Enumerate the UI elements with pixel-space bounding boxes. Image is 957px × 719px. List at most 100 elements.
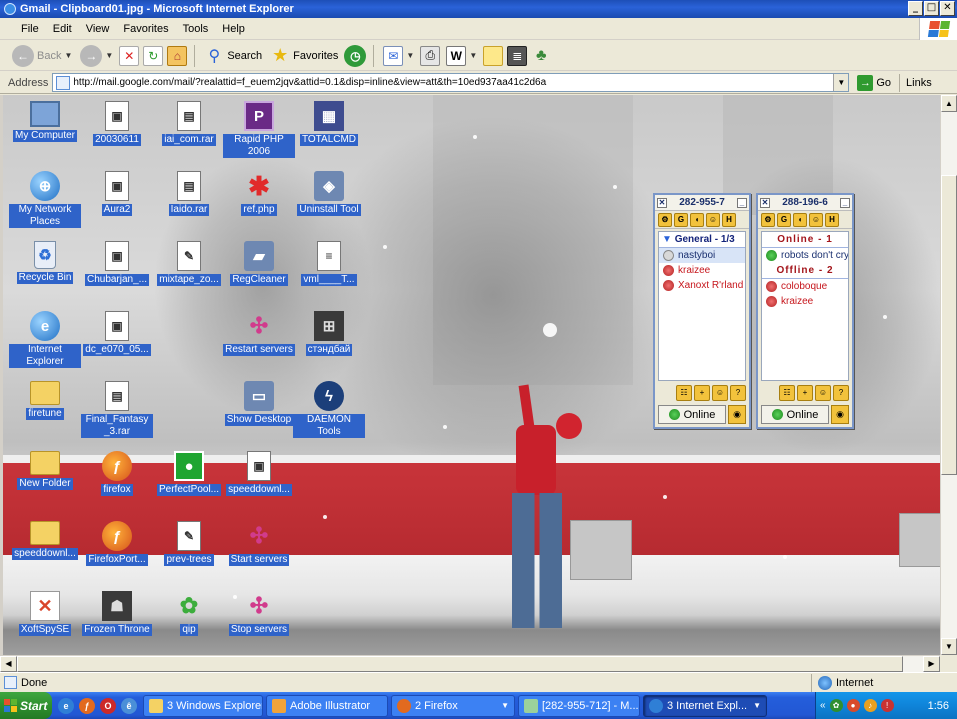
favorites-button[interactable]: ★ Favorites	[268, 43, 340, 69]
help-icon[interactable]: H	[825, 213, 839, 227]
back-dropdown-icon[interactable]: ▼	[64, 51, 72, 60]
scroll-right-icon[interactable]: ▶	[923, 656, 940, 672]
desktop-icon[interactable]: ✣ Start servers	[223, 521, 295, 566]
ie-alt-icon[interactable]: ê	[121, 697, 137, 714]
desktop-icon[interactable]: ⊕ My Network Places	[9, 171, 81, 228]
desktop-icon[interactable]: ▣ Aura2	[81, 171, 153, 216]
add-contact-icon[interactable]: +	[694, 385, 710, 401]
minimize-button[interactable]: _	[908, 1, 923, 16]
taskbar-item-illustrator[interactable]: Adobe Illustrator	[266, 694, 388, 717]
desktop-icon[interactable]: P Rapid PHP 2006	[223, 101, 295, 158]
desktop-icon[interactable]: ▦ TOTALCMD	[293, 101, 365, 146]
forward-dropdown-icon[interactable]: ▼	[105, 51, 113, 60]
desktop-icon[interactable]: ƒ firefox	[81, 451, 153, 496]
menu-tools[interactable]: Tools	[176, 23, 216, 35]
info-icon[interactable]: ?	[730, 385, 746, 401]
print-icon[interactable]: ⎙	[420, 45, 441, 66]
vertical-scroll-thumb[interactable]	[941, 175, 957, 475]
desktop-icon[interactable]: ✿ qip	[153, 591, 225, 636]
menu-file[interactable]: File	[14, 23, 46, 35]
opera-icon[interactable]: O	[100, 697, 116, 714]
address-dropdown-icon[interactable]: ▼	[833, 74, 849, 91]
back-button[interactable]: ← Back ▼	[10, 43, 74, 69]
gear-icon[interactable]: ⚙	[761, 213, 775, 227]
desktop-icon[interactable]: ▣ Chubarjan_...	[81, 241, 153, 286]
desktop-icon[interactable]: ▤ Final_Fantasy_3.rar	[81, 381, 153, 438]
stop-icon[interactable]: ✕	[119, 45, 140, 66]
contacts-icon[interactable]: ☺	[712, 385, 728, 401]
desktop-icon[interactable]: New Folder	[9, 451, 81, 490]
desktop-icon[interactable]: ϟ DAEMON Tools	[293, 381, 365, 438]
sound-icon[interactable]: ◖	[793, 213, 807, 227]
contact-item[interactable]: kraizee	[659, 263, 745, 278]
minimize-icon[interactable]: _	[737, 197, 747, 208]
desktop-icon[interactable]: ✱ ref.php	[223, 171, 295, 216]
edit-dropdown-icon[interactable]: ▼	[469, 51, 477, 60]
archive-toolbar-icon[interactable]: ≣	[507, 45, 528, 66]
links-button[interactable]: Links	[899, 73, 938, 92]
close-icon[interactable]: ✕	[657, 197, 667, 208]
mail-dropdown-icon[interactable]: ▼	[406, 51, 414, 60]
users-icon[interactable]: ☷	[676, 385, 692, 401]
desktop-icon[interactable]: ● PerfectPool...	[153, 451, 225, 496]
history-icon[interactable]: G	[674, 213, 688, 227]
menu-help[interactable]: Help	[215, 23, 252, 35]
sound-icon[interactable]: ◖	[690, 213, 704, 227]
close-button[interactable]: ✕	[940, 1, 955, 16]
sound-icon[interactable]: ♪	[863, 699, 877, 712]
users-icon[interactable]: ☷	[779, 385, 795, 401]
contact-item[interactable]: kraizee	[762, 294, 848, 309]
forward-button[interactable]: → ▼	[78, 43, 115, 69]
desktop-icon[interactable]: ✣ Stop servers	[223, 591, 295, 636]
horizontal-scrollbar[interactable]: ◀ ▶	[0, 655, 940, 672]
desktop-icon[interactable]: ✎ mixtape_zo...	[153, 241, 225, 286]
desktop-icon[interactable]: ▤ Iaido.rar	[153, 171, 225, 216]
maximize-button[interactable]: □	[924, 1, 939, 16]
minimize-icon[interactable]: _	[840, 197, 850, 208]
desktop-icon[interactable]: e Internet Explorer	[9, 311, 81, 368]
offline-group-header[interactable]: Offline - 2	[762, 263, 848, 279]
desktop-icon[interactable]: ƒ FirefoxPort...	[81, 521, 153, 566]
window-titlebar[interactable]: Gmail - Clipboard01.jpg - Microsoft Inte…	[0, 0, 957, 18]
scroll-up-icon[interactable]: ▲	[941, 95, 957, 112]
address-field[interactable]: ▼	[52, 73, 850, 92]
qip-titlebar[interactable]: ✕ 288-196-6 _	[758, 195, 852, 211]
edit-button[interactable]: W ▼	[444, 43, 479, 69]
messenger-icon[interactable]: ♣	[531, 46, 551, 66]
desktop-icon[interactable]: ⊞ стэндбай	[293, 311, 365, 356]
home-icon[interactable]: ⌂	[167, 45, 188, 66]
status-selector[interactable]: Online	[658, 405, 726, 424]
scroll-down-icon[interactable]: ▼	[941, 638, 957, 655]
desktop-icon[interactable]: ▣ 20030611	[81, 101, 153, 146]
vertical-scrollbar[interactable]: ▲ ▼	[940, 95, 957, 655]
taskbar-item-windows-explorer[interactable]: 3 Windows Explorer ▼	[143, 694, 263, 717]
desktop-icon[interactable]: ✣ Restart servers	[223, 311, 295, 356]
internet-explorer-icon[interactable]: e	[58, 697, 74, 714]
antivirus-icon[interactable]: ●	[846, 699, 860, 712]
privacy-eye-icon[interactable]: ◉	[728, 405, 746, 424]
refresh-icon[interactable]: ↻	[143, 45, 164, 66]
user-icon[interactable]: ☺	[809, 213, 823, 227]
security-zone[interactable]: Internet	[812, 674, 873, 692]
note-icon[interactable]	[483, 45, 504, 66]
contact-item[interactable]: coloboque	[762, 279, 848, 294]
desktop-icon[interactable]: ☗ Frozen Throne	[81, 591, 153, 636]
history-icon[interactable]: G	[777, 213, 791, 227]
desktop-icon[interactable]: speeddownl...	[9, 521, 81, 560]
address-input[interactable]	[73, 77, 834, 88]
security-shield-icon[interactable]: !	[880, 699, 894, 712]
contact-group-header[interactable]: ▼ General - 1/3	[659, 232, 745, 248]
search-button[interactable]: ⚲ Search	[202, 43, 264, 69]
desktop-icon[interactable]: ▣ speeddownl...	[223, 451, 295, 496]
taskbar-item-qip-message[interactable]: [282-955-712] - M...	[518, 694, 640, 717]
taskbar-item-internet-explorer[interactable]: 3 Internet Expl... ▼	[643, 694, 767, 717]
online-group-header[interactable]: Online - 1	[762, 232, 848, 248]
info-icon[interactable]: ?	[833, 385, 849, 401]
desktop-icon[interactable]: ▰ RegCleaner	[223, 241, 295, 286]
history-icon[interactable]: ◷	[344, 44, 367, 67]
desktop-icon[interactable]: ✎ prev-trees	[153, 521, 225, 566]
clock[interactable]: 1:56	[928, 700, 957, 712]
user-icon[interactable]: ☺	[706, 213, 720, 227]
close-icon[interactable]: ✕	[760, 197, 770, 208]
menu-favorites[interactable]: Favorites	[116, 23, 175, 35]
